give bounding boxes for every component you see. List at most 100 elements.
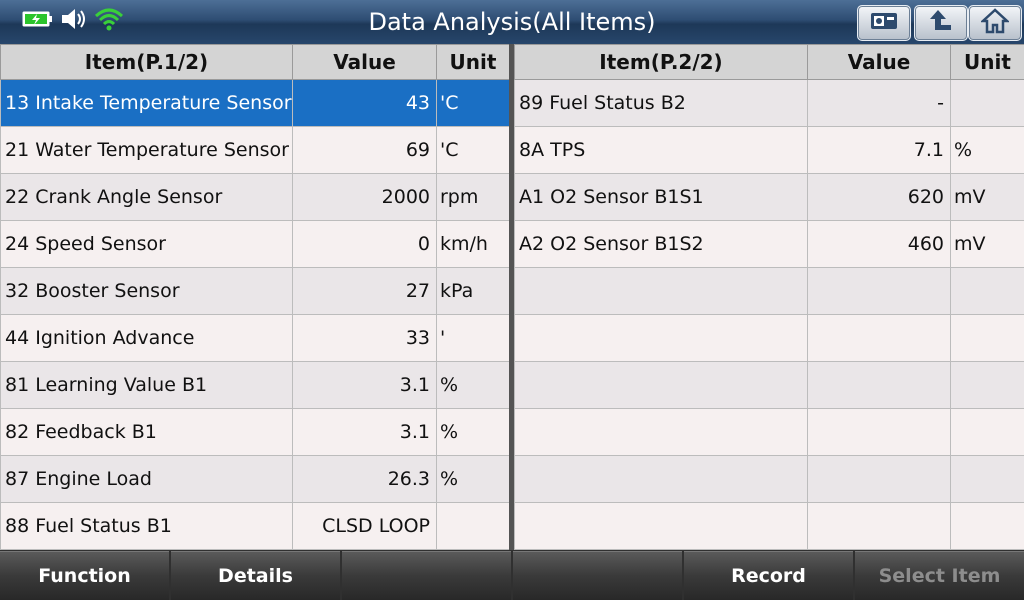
value-cell: 3.1 xyxy=(292,408,437,456)
table-row[interactable]: 22 Crank Angle Sensor 2000 rpm xyxy=(0,173,510,221)
data-table-page-2: Item(P.2/2) Value Unit 89 Fuel Status B2… xyxy=(514,44,1024,550)
table-row[interactable]: 8A TPS 7.1% xyxy=(514,126,1024,174)
item-cell xyxy=(514,502,808,550)
unit-cell: % xyxy=(950,126,1024,174)
unit-cell xyxy=(436,502,510,550)
unit-cell: % xyxy=(436,408,510,456)
record-button[interactable]: Record xyxy=(684,551,853,600)
value-cell: 69 xyxy=(292,126,437,174)
table-row[interactable]: 88 Fuel Status B1 CLSD LOOP xyxy=(0,502,510,550)
table-row[interactable]: 87 Engine Load 26.3% xyxy=(0,455,510,503)
value-cell xyxy=(807,314,951,362)
unit-cell xyxy=(950,502,1024,550)
value-cell: CLSD LOOP xyxy=(292,502,437,550)
value-cell xyxy=(807,267,951,315)
table-row[interactable]: 13 Intake Temperature Sensor 43 'C xyxy=(0,79,510,127)
value-cell: 26.3 xyxy=(292,455,437,503)
value-cell: 27 xyxy=(292,267,437,315)
back-button[interactable] xyxy=(914,5,968,41)
table-row[interactable]: A2 O2 Sensor B1S2 460 mV xyxy=(514,220,1024,268)
column-header-unit: Unit xyxy=(950,44,1024,80)
table-row[interactable]: 81 Learning Value B1 3.1% xyxy=(0,361,510,409)
function-button[interactable]: Function xyxy=(0,551,169,600)
screenshot-button[interactable] xyxy=(857,5,911,41)
item-cell: 21 Water Temperature Sensor xyxy=(0,126,293,174)
table-row[interactable]: 21 Water Temperature Sensor 69 'C xyxy=(0,126,510,174)
empty-button-2 xyxy=(513,551,682,600)
column-header-unit: Unit xyxy=(436,44,510,80)
unit-cell xyxy=(950,267,1024,315)
item-cell: 32 Booster Sensor xyxy=(0,267,293,315)
column-header-value: Value xyxy=(807,44,951,80)
unit-cell xyxy=(950,361,1024,409)
table-row[interactable]: 32 Booster Sensor 27 kPa xyxy=(0,267,510,315)
item-cell: 24 Speed Sensor xyxy=(0,220,293,268)
item-cell: 22 Crank Angle Sensor xyxy=(0,173,293,221)
item-cell xyxy=(514,314,808,362)
home-button[interactable] xyxy=(968,5,1022,41)
table-row xyxy=(514,455,1024,503)
value-cell: 620 xyxy=(807,173,951,221)
unit-cell xyxy=(950,408,1024,456)
empty-button-1 xyxy=(342,551,511,600)
item-cell: A1 O2 Sensor B1S1 xyxy=(514,173,808,221)
value-cell: 3.1 xyxy=(292,361,437,409)
value-cell: - xyxy=(807,79,951,127)
column-header-item: Item(P.1/2) xyxy=(0,44,293,80)
value-cell: 460 xyxy=(807,220,951,268)
unit-cell: % xyxy=(436,361,510,409)
item-cell: 44 Ignition Advance xyxy=(0,314,293,362)
item-cell xyxy=(514,408,808,456)
table-row[interactable]: 44 Ignition Advance 33 ' xyxy=(0,314,510,362)
item-cell: A2 O2 Sensor B1S2 xyxy=(514,220,808,268)
unit-cell xyxy=(950,455,1024,503)
unit-cell: mV xyxy=(950,220,1024,268)
item-cell: 88 Fuel Status B1 xyxy=(0,502,293,550)
unit-cell: ' xyxy=(436,314,510,362)
item-cell xyxy=(514,361,808,409)
unit-cell: rpm xyxy=(436,173,510,221)
back-arrow-icon xyxy=(927,8,955,38)
value-cell: 7.1 xyxy=(807,126,951,174)
value-cell xyxy=(807,502,951,550)
table-row[interactable]: 89 Fuel Status B2- xyxy=(514,79,1024,127)
value-cell: 43 xyxy=(292,79,437,127)
unit-cell: % xyxy=(436,455,510,503)
unit-cell: mV xyxy=(950,173,1024,221)
column-header-value: Value xyxy=(292,44,437,80)
unit-cell: 'C xyxy=(436,79,510,127)
table-row[interactable]: 24 Speed Sensor 0 km/h xyxy=(0,220,510,268)
value-cell xyxy=(807,455,951,503)
item-cell: 87 Engine Load xyxy=(0,455,293,503)
home-icon xyxy=(979,8,1011,38)
unit-cell: kPa xyxy=(436,267,510,315)
item-cell xyxy=(514,267,808,315)
table-row[interactable]: 82 Feedback B1 3.1% xyxy=(0,408,510,456)
screenshot-icon xyxy=(869,10,899,36)
table-row xyxy=(514,267,1024,315)
table-row xyxy=(514,314,1024,362)
table-row[interactable]: A1 O2 Sensor B1S1 620 mV xyxy=(514,173,1024,221)
table-row xyxy=(514,408,1024,456)
data-table-page-1: Item(P.1/2) Value Unit 13 Intake Tempera… xyxy=(0,44,510,550)
item-cell xyxy=(514,455,808,503)
item-cell: 8A TPS xyxy=(514,126,808,174)
unit-cell: 'C xyxy=(436,126,510,174)
table-row xyxy=(514,361,1024,409)
function-bar: Function Details Record Select Item xyxy=(0,550,1024,600)
item-cell: 82 Feedback B1 xyxy=(0,408,293,456)
value-cell: 2000 xyxy=(292,173,437,221)
value-cell xyxy=(807,361,951,409)
unit-cell xyxy=(950,314,1024,362)
select-item-button[interactable]: Select Item xyxy=(855,551,1024,600)
item-cell: 81 Learning Value B1 xyxy=(0,361,293,409)
unit-cell: km/h xyxy=(436,220,510,268)
table-row xyxy=(514,502,1024,550)
details-button[interactable]: Details xyxy=(171,551,340,600)
column-header-item: Item(P.2/2) xyxy=(514,44,808,80)
title-bar: Data Analysis(All Items) xyxy=(0,0,1024,44)
item-cell: 13 Intake Temperature Sensor xyxy=(0,79,293,127)
value-cell: 0 xyxy=(292,220,437,268)
value-cell xyxy=(807,408,951,456)
unit-cell xyxy=(950,79,1024,127)
